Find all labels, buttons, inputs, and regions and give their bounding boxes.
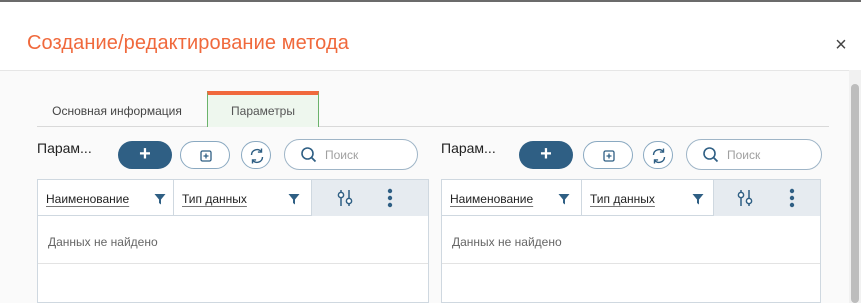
- refresh-icon: [652, 148, 666, 164]
- grid-tools-left: [312, 180, 428, 216]
- grid-header-left: Наименование Тип данных: [38, 180, 428, 216]
- scrollbar-thumb[interactable]: [851, 84, 859, 303]
- empty-message-left: Данных не найдено: [48, 235, 158, 249]
- empty-message-right: Данных не найдено: [452, 235, 562, 249]
- close-icon[interactable]: ×: [832, 35, 850, 55]
- column-header-type-left[interactable]: Тип данных: [174, 180, 312, 216]
- grid-header-right: Наименование Тип данных: [442, 180, 820, 216]
- filter-icon[interactable]: [692, 193, 704, 205]
- filter-icon[interactable]: [558, 193, 570, 205]
- row-divider: [442, 263, 820, 264]
- search-input-left[interactable]: Поиск: [284, 139, 418, 170]
- search-icon: [703, 147, 719, 163]
- parameters-grid-right: Наименование Тип данных Данных не найден…: [441, 179, 821, 303]
- add-button-left[interactable]: +: [118, 141, 172, 169]
- refresh-button-right[interactable]: [643, 141, 673, 169]
- search-icon: [301, 147, 317, 163]
- panel-label-right: Парам...: [441, 140, 496, 156]
- search-placeholder-left: Поиск: [325, 148, 359, 162]
- grid-tools-right: [714, 180, 820, 216]
- column-header-name-left[interactable]: Наименование: [38, 180, 174, 216]
- refresh-icon: [250, 148, 264, 164]
- refresh-button-left[interactable]: [241, 141, 271, 169]
- filter-icon[interactable]: [288, 193, 300, 205]
- expand-icon: [200, 150, 212, 162]
- more-vertical-icon[interactable]: [387, 188, 393, 208]
- filter-icon[interactable]: [154, 193, 166, 205]
- column-header-type-right[interactable]: Тип данных: [582, 180, 714, 216]
- column-settings-icon[interactable]: [337, 189, 353, 207]
- expand-button-right[interactable]: [583, 141, 633, 169]
- more-vertical-icon[interactable]: [789, 188, 795, 208]
- add-button-right[interactable]: +: [519, 141, 573, 169]
- column-name-label: Наименование: [46, 192, 130, 206]
- expand-icon: [603, 150, 615, 162]
- dialog-title: Создание/редактирование метода: [27, 32, 349, 54]
- search-placeholder-right: Поиск: [727, 148, 761, 162]
- column-name-label: Наименование: [450, 192, 534, 206]
- tab-bar: Основная информация Параметры: [37, 91, 829, 127]
- column-header-name-right[interactable]: Наименование: [442, 180, 582, 216]
- row-divider: [38, 263, 428, 264]
- tab-main-info[interactable]: Основная информация: [37, 91, 197, 127]
- column-settings-icon[interactable]: [737, 189, 753, 207]
- panel-label-left: Парам...: [37, 140, 92, 156]
- expand-button-left[interactable]: [180, 141, 230, 169]
- column-type-label: Тип данных: [590, 192, 655, 206]
- column-type-label: Тип данных: [182, 192, 247, 206]
- parameters-grid-left: Наименование Тип данных Данных не найден…: [37, 179, 429, 303]
- tab-parameters[interactable]: Параметры: [207, 91, 319, 127]
- search-input-right[interactable]: Поиск: [686, 139, 822, 170]
- window-top-border: [0, 0, 861, 2]
